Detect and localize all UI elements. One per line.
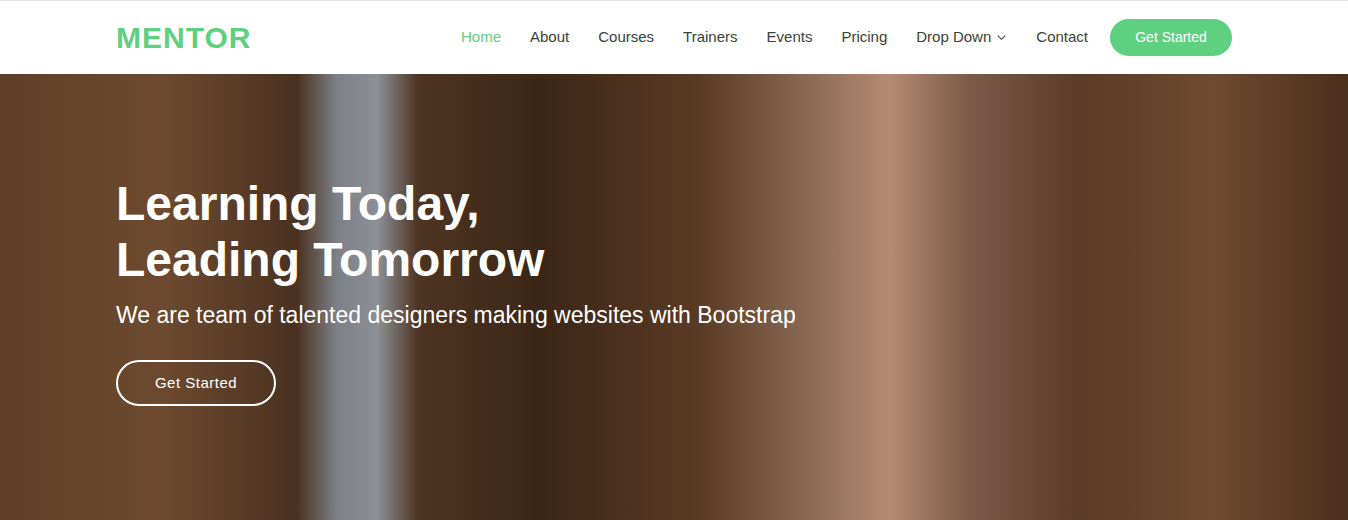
hero-title: Learning Today,Leading Tomorrow xyxy=(116,176,1232,288)
nav-link[interactable]: Pricing xyxy=(841,26,887,49)
hero-subtitle: We are team of talented designers making… xyxy=(116,300,1232,330)
logo[interactable]: MENTOR xyxy=(116,23,251,53)
site-header: MENTOR Home About Courses Trainers Events Pric… xyxy=(0,0,1348,74)
get-started-button[interactable]: Get Started xyxy=(1110,19,1232,56)
nav-link[interactable]: Trainers xyxy=(683,26,737,49)
hero-container: Learning Today,Leading Tomorrow We are te… xyxy=(116,176,1232,418)
nav-link[interactable]: Home xyxy=(461,26,501,49)
header-container: MENTOR Home About Courses Trainers Events Pric… xyxy=(116,19,1232,56)
hero-title-line: Leading Tomorrow xyxy=(116,232,1232,288)
chevron-down-icon xyxy=(996,32,1007,43)
hero-get-started-button[interactable]: Get Started xyxy=(116,360,276,406)
main-nav: Home About Courses Trainers Events Pricing Dro… xyxy=(461,26,1088,49)
nav-label: Contact xyxy=(1036,26,1088,49)
nav-label: Courses xyxy=(598,26,654,49)
nav-label: Pricing xyxy=(841,26,887,49)
nav-label: Home xyxy=(461,26,501,49)
nav-link[interactable]: Courses xyxy=(598,26,654,49)
header-right: Home About Courses Trainers Events Pricing Dro… xyxy=(461,19,1232,56)
nav-link[interactable]: Contact xyxy=(1036,26,1088,49)
nav-link[interactable]: Events xyxy=(767,26,813,49)
nav-link[interactable]: About xyxy=(530,26,569,49)
hero-section: Learning Today,Leading Tomorrow We are te… xyxy=(0,74,1348,520)
nav-label: About xyxy=(530,26,569,49)
nav-label: Drop Down xyxy=(916,26,991,49)
nav-label: Trainers xyxy=(683,26,737,49)
nav-link[interactable]: Drop Down xyxy=(916,26,1007,49)
hero-title-line: Learning Today, xyxy=(116,176,1232,232)
nav-label: Events xyxy=(767,26,813,49)
